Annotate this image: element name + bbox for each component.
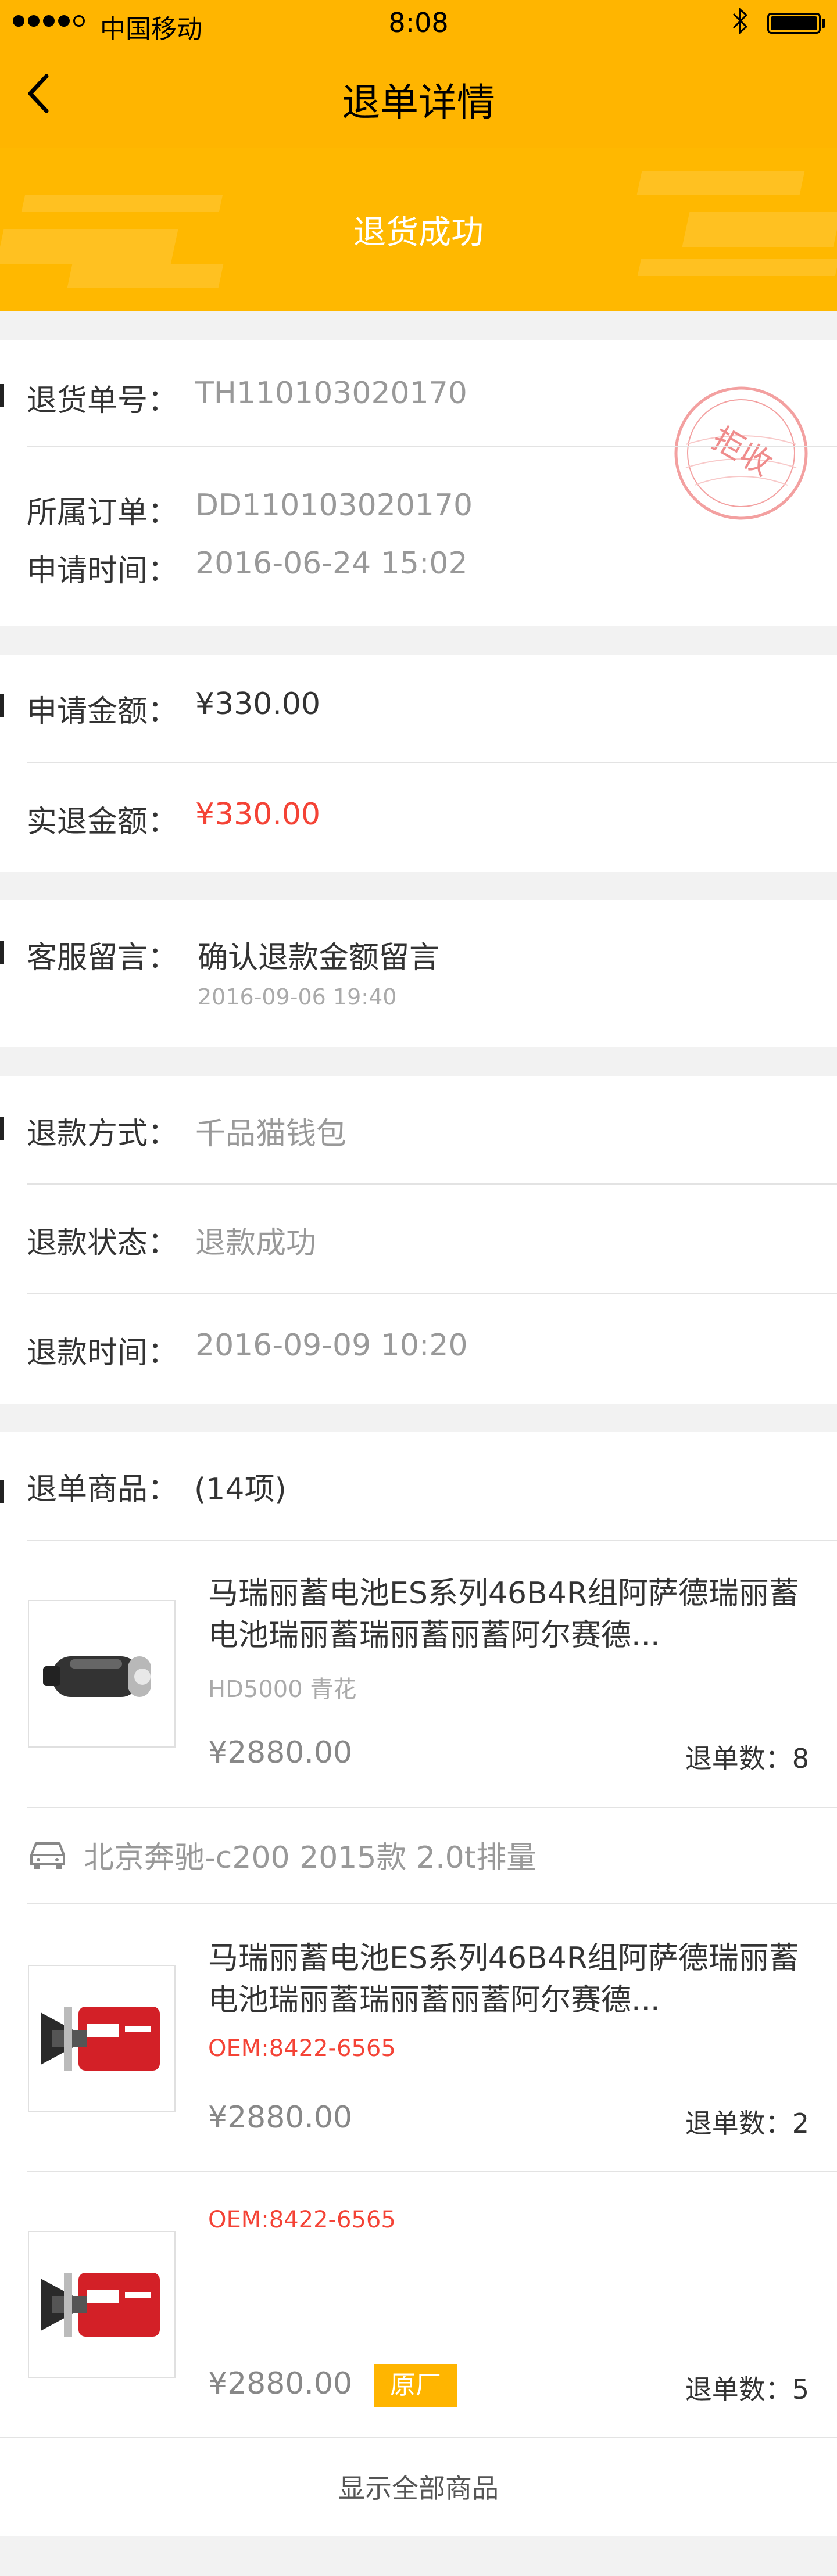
refund-info-card: 退款方式： 千品猫钱包 退款状态： 退款成功 退款时间： 2016-09-09 …: [0, 1076, 837, 1404]
order-label: 所属订单：: [27, 496, 178, 530]
bluetooth-icon: [731, 5, 749, 44]
original-factory-badge: 原厂: [374, 2364, 457, 2407]
status-bar: 中国移动 8:08: [0, 0, 837, 49]
page-title: 退单详情: [342, 80, 495, 125]
return-quantity: 退单数：8: [685, 1743, 809, 1774]
header: 中国移动 8:08 退单详情 退货成功: [0, 0, 837, 311]
car-model: 北京奔驰-c200 2015款 2.0t排量: [84, 1840, 537, 1875]
return-quantity: 退单数：5: [685, 2374, 809, 2405]
service-message-label: 客服留言：: [27, 941, 178, 975]
amount-card: 申请金额： ¥330.00 实退金额： ¥330.00: [0, 655, 837, 872]
return-no: TH110103020170: [195, 376, 467, 411]
status-banner: 退货成功: [0, 148, 837, 311]
return-status-text: 退货成功: [353, 214, 484, 252]
actual-amount: ¥330.00: [195, 797, 321, 832]
order-info-card: 退货单号： TH110103020170 拒收 所属订单： DD11010302…: [0, 340, 837, 626]
show-all-goods-button[interactable]: 显示全部商品: [0, 2467, 837, 2506]
refund-time: 2016-09-09 10:20: [195, 1328, 468, 1363]
nav-bar: 退单详情: [0, 49, 837, 148]
service-message-card: 客服留言： 确认退款金额留言 2016-09-06 19:40: [0, 900, 837, 1047]
actual-amount-label: 实退金额：: [27, 805, 178, 839]
order-no: DD110103020170: [195, 488, 473, 523]
product-name: 马瑞丽蓄电池ES系列46B4R组阿萨德瑞丽蓄电池瑞丽蓄瑞丽蓄丽蓄阿尔赛德...: [208, 1941, 799, 2018]
status-time: 8:08: [388, 7, 449, 38]
apply-amount-label: 申请金额：: [27, 694, 178, 729]
product-spec: HD5000 青花: [208, 1676, 357, 1703]
stamp-text: 拒收: [706, 420, 778, 483]
goods-label: 退单商品：: [27, 1472, 178, 1507]
refund-status: 退款成功: [195, 1226, 317, 1261]
car-icon: [30, 1842, 65, 1869]
battery-icon: [767, 13, 821, 34]
return-no-label: 退货单号：: [27, 383, 178, 418]
refund-time-label: 退款时间：: [27, 1336, 178, 1370]
product-image: [28, 2231, 176, 2378]
refund-method: 千品猫钱包: [195, 1117, 347, 1151]
product-image: [28, 1965, 176, 2112]
product-name: 马瑞丽蓄电池ES系列46B4R组阿萨德瑞丽蓄电池瑞丽蓄瑞丽蓄丽蓄阿尔赛德...: [208, 1576, 799, 1653]
returned-goods-card: 退单商品： (14项) 马瑞丽蓄电池ES系列46B4R组阿萨德瑞丽蓄电池瑞丽蓄瑞…: [0, 1432, 837, 2536]
return-quantity: 退单数：2: [685, 2108, 809, 2139]
product-oem: OEM:8422-6565: [208, 2207, 396, 2233]
product-image: [28, 1600, 176, 1748]
service-message-time: 2016-09-06 19:40: [198, 984, 397, 1010]
apply-time-label: 申请时间：: [27, 554, 178, 589]
product-oem: OEM:8422-6565: [208, 2035, 396, 2062]
refund-method-label: 退款方式：: [27, 1117, 178, 1151]
apply-amount: ¥330.00: [195, 687, 321, 722]
service-message: 确认退款金额留言: [198, 941, 440, 975]
refund-status-label: 退款状态：: [27, 1226, 178, 1261]
apply-time: 2016-06-24 15:02: [195, 546, 468, 581]
goods-count: (14项): [194, 1472, 287, 1507]
product-price: ¥2880.00: [208, 2366, 353, 2401]
product-price: ¥2880.00: [208, 2100, 353, 2135]
rejected-stamp-icon: 拒收: [674, 386, 808, 520]
product-price: ¥2880.00: [208, 1735, 353, 1770]
